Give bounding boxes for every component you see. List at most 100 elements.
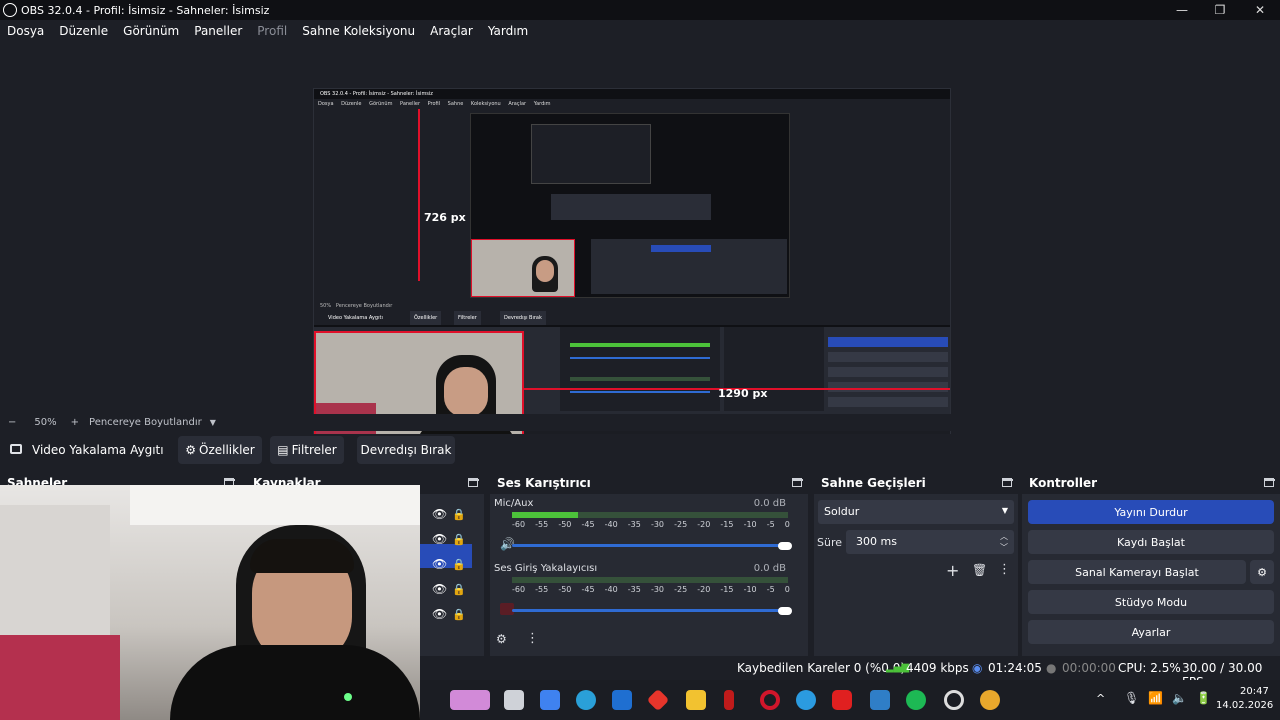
maximize-button[interactable]: ❐ (1200, 0, 1240, 20)
inner-mixer (560, 327, 720, 411)
visibility-icons[interactable]: 👁 👁 👁 👁 👁 (432, 502, 447, 627)
transition-select[interactable]: Soldur ▼ (818, 500, 1014, 524)
volume-slider-knob[interactable] (778, 542, 792, 550)
menu-help[interactable]: Yardım (488, 24, 528, 38)
zoom-row: − 50% + Pencereye Boyutlandır ▼ (0, 414, 1280, 431)
transition-menu-icon[interactable]: ⋮ (998, 562, 1011, 577)
track-name: Mic/Aux (494, 498, 534, 509)
start-virtual-camera-button[interactable]: Sanal Kamerayı Başlat (1028, 560, 1246, 584)
virtual-camera-gear-icon[interactable]: ⚙ (1250, 560, 1274, 584)
menu-profile[interactable]: Profil (257, 24, 287, 38)
undock-icon[interactable] (1264, 478, 1275, 487)
volume-meter (512, 512, 788, 518)
app-diamond-icon[interactable] (646, 688, 670, 712)
menu-tools[interactable]: Araçlar (430, 24, 473, 38)
shirt (170, 645, 420, 720)
zoom-in-button[interactable]: + (71, 417, 79, 428)
volume-slider-knob[interactable] (778, 607, 792, 615)
undock-icon[interactable] (792, 478, 803, 487)
window-title: OBS 32.0.4 - Profil: İsimsiz - Sahneler:… (21, 3, 270, 17)
cpu-usage: CPU: 2.5% (1118, 661, 1181, 675)
inner-controls (828, 333, 948, 417)
mixer-dock-header: Ses Karıştırıcı (490, 472, 808, 494)
duration-spinbox[interactable]: 300 ms ︿ ﹀ (846, 530, 1014, 554)
store-icon[interactable] (612, 690, 632, 710)
settings-button[interactable]: Ayarlar (1028, 620, 1274, 644)
netflix-icon[interactable] (724, 690, 734, 710)
controls-dock: Kontroller Yayını Durdur Kaydı Başlat Sa… (1022, 472, 1280, 656)
undock-icon[interactable] (468, 478, 479, 487)
camera-icon (10, 444, 22, 454)
volume-icon[interactable]: 🔈 (1172, 691, 1187, 705)
gear-icon: ⚙ (185, 443, 197, 457)
edge-icon[interactable] (576, 690, 596, 710)
chevron-up-icon[interactable]: ^ (1096, 692, 1105, 705)
bitrate: 4409 kbps (906, 661, 969, 675)
status-bar: Kaybedilen Kareler 0 (%0.0) ▂▄▆ 4409 kbp… (420, 656, 1280, 689)
microphone-icon[interactable]: 🎙 (1124, 691, 1139, 705)
menu-docks[interactable]: Paneller (194, 24, 242, 38)
inner-menu: Dosya Düzenle Görünüm Paneller Profil Sa… (314, 99, 950, 109)
menu-file[interactable]: Dosya (7, 24, 44, 38)
start-recording-button[interactable]: Kaydı Başlat (1028, 530, 1274, 554)
properties-button[interactable]: ⚙ Özellikler (178, 436, 262, 464)
copilot-icon[interactable] (540, 690, 560, 710)
opera-icon[interactable] (760, 690, 780, 710)
transitions-dock-header: Sahne Geçişleri (814, 472, 1018, 494)
delete-transition-icon[interactable]: 🗑 (972, 563, 987, 577)
undock-icon[interactable] (1002, 478, 1013, 487)
hair (250, 539, 354, 573)
chrome-icon[interactable] (980, 690, 1000, 710)
disable-button[interactable]: Devredışı Bırak (357, 436, 455, 464)
controls-dock-header: Kontroller (1022, 472, 1280, 494)
inner-preview: 726 px (314, 109, 950, 301)
file-explorer-icon[interactable] (686, 690, 706, 710)
stop-streaming-button[interactable]: Yayını Durdur (1028, 500, 1274, 524)
lock-icons[interactable]: 🔒 🔒 🔒 🔒 🔒 (452, 502, 466, 627)
clock-date[interactable]: 14.02.2026 (1216, 700, 1273, 711)
meter-ticks: -60 -55 -50 -45 -40 -35 -30 -25 -20 -15 -10 -5 0 (512, 520, 790, 529)
zoom-out-button[interactable]: − (8, 417, 16, 428)
nested-window (531, 124, 651, 184)
menu-scene-collection[interactable]: Sahne Koleksiyonu (302, 24, 415, 38)
wifi-icon[interactable]: 📶 (1148, 691, 1163, 705)
title-bar: OBS 32.0.4 - Profil: İsimsiz - Sahneler:… (0, 0, 1280, 20)
menu-view[interactable]: Görünüm (123, 24, 179, 38)
spin-up-icon[interactable]: ︿ (1000, 531, 1008, 542)
volume-slider[interactable] (512, 609, 782, 612)
spin-down-icon[interactable]: ﹀ (1000, 542, 1008, 553)
source-context-bar: Video Yakalama Aygıtı ⚙ Özellikler ▤ Filtr… (0, 434, 1280, 468)
mixer-track-mic: Mic/Aux 0.0 dB -60 -55 -50 -45 -40 -35 -30 -25-… (494, 498, 794, 551)
search-widget-icon[interactable] (450, 690, 490, 710)
inner-docks (591, 239, 787, 294)
minimize-button[interactable]: — (1162, 0, 1202, 20)
browser-icon[interactable] (796, 690, 816, 710)
steam-icon[interactable] (870, 690, 890, 710)
inner-docks-row: 1290 px (314, 327, 950, 449)
volume-slider[interactable] (512, 544, 782, 547)
inner-zoom-row: 50% Pencereye Boyutlandır (314, 301, 950, 311)
fit-to-window-label[interactable]: Pencereye Boyutlandır (89, 417, 202, 428)
spotify-icon[interactable] (906, 690, 926, 710)
battery-icon[interactable]: 🔋 (1196, 691, 1211, 705)
preview-canvas[interactable]: OBS 32.0.4 - Profil: İsimsiz - Sahneler:… (313, 88, 951, 450)
advanced-audio-gear-icon[interactable]: ⚙ (496, 632, 507, 646)
mixer-menu-icon[interactable]: ⋮ (526, 631, 539, 646)
chevron-down-icon[interactable]: ▼ (210, 418, 216, 427)
youtube-icon[interactable] (832, 690, 852, 710)
clock-time[interactable]: 20:47 (1240, 686, 1269, 697)
obs-taskbar-icon[interactable] (944, 690, 964, 710)
studio-mode-button[interactable]: Stüdyo Modu (1028, 590, 1274, 614)
menu-edit[interactable]: Düzenle (59, 24, 108, 38)
inner-webcam (471, 239, 575, 297)
task-view-icon[interactable] (504, 690, 524, 710)
add-transition-icon[interactable]: + (946, 561, 959, 580)
volume-meter (512, 577, 788, 583)
cloth (0, 635, 120, 720)
preview-area[interactable]: OBS 32.0.4 - Profil: İsimsiz - Sahneler:… (0, 42, 1280, 450)
filters-button[interactable]: ▤ Filtreler (270, 436, 344, 464)
close-button[interactable]: ✕ (1240, 0, 1280, 20)
chevron-down-icon: ▼ (1001, 506, 1008, 515)
meter-ticks: -60 -55 -50 -45 -40 -35 -30 -25 -20 -15 -10 -5 0 (512, 585, 790, 594)
track-db: 0.0 dB (753, 563, 786, 574)
